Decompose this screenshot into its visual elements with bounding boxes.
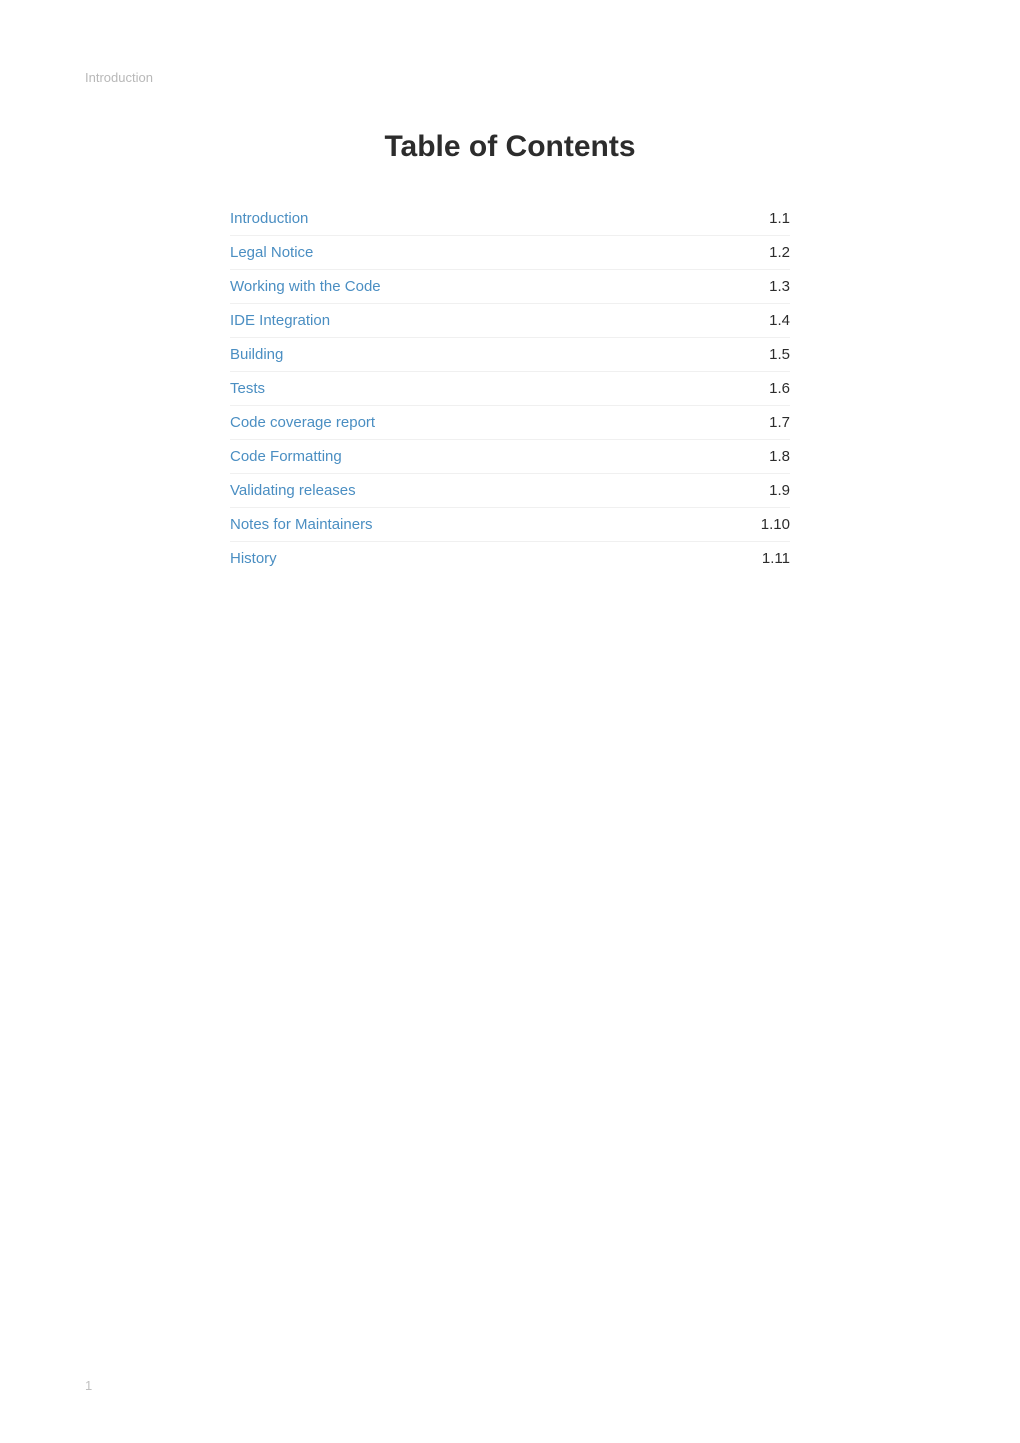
toc-link-ide-integration[interactable]: IDE Integration	[230, 312, 330, 329]
toc-item: Working with the Code 1.3	[230, 270, 790, 304]
toc-number: 1.9	[769, 482, 790, 499]
toc-item: Notes for Maintainers 1.10	[230, 508, 790, 542]
toc-item: History 1.11	[230, 542, 790, 575]
toc-link-validating-releases[interactable]: Validating releases	[230, 482, 356, 499]
toc-link-building[interactable]: Building	[230, 346, 283, 363]
toc-link-legal-notice[interactable]: Legal Notice	[230, 244, 313, 261]
page-title: Table of Contents	[230, 130, 790, 164]
toc-item: Legal Notice 1.2	[230, 236, 790, 270]
toc-link-code-formatting[interactable]: Code Formatting	[230, 448, 342, 465]
toc-link-introduction[interactable]: Introduction	[230, 210, 308, 227]
toc-item: Validating releases 1.9	[230, 474, 790, 508]
toc-link-working-with-the-code[interactable]: Working with the Code	[230, 278, 381, 295]
toc-link-notes-for-maintainers[interactable]: Notes for Maintainers	[230, 516, 373, 533]
toc-item: Code coverage report 1.7	[230, 406, 790, 440]
toc-item: Building 1.5	[230, 338, 790, 372]
toc-number: 1.1	[769, 210, 790, 227]
toc-link-tests[interactable]: Tests	[230, 380, 265, 397]
breadcrumb: Introduction	[85, 70, 153, 85]
toc-number: 1.3	[769, 278, 790, 295]
toc-number: 1.2	[769, 244, 790, 261]
toc-number: 1.10	[761, 516, 790, 533]
toc-item: Tests 1.6	[230, 372, 790, 406]
toc-number: 1.11	[762, 550, 790, 567]
toc-link-history[interactable]: History	[230, 550, 277, 567]
toc-number: 1.7	[769, 414, 790, 431]
content-area: Table of Contents Introduction 1.1 Legal…	[230, 0, 790, 575]
toc-link-code-coverage-report[interactable]: Code coverage report	[230, 414, 375, 431]
toc-item: Code Formatting 1.8	[230, 440, 790, 474]
toc-number: 1.5	[769, 346, 790, 363]
toc-number: 1.8	[769, 448, 790, 465]
toc-item: Introduction 1.1	[230, 202, 790, 236]
toc-number: 1.4	[769, 312, 790, 329]
toc-number: 1.6	[769, 380, 790, 397]
toc-list: Introduction 1.1 Legal Notice 1.2 Workin…	[230, 202, 790, 575]
page-number: 1	[85, 1378, 92, 1393]
toc-item: IDE Integration 1.4	[230, 304, 790, 338]
